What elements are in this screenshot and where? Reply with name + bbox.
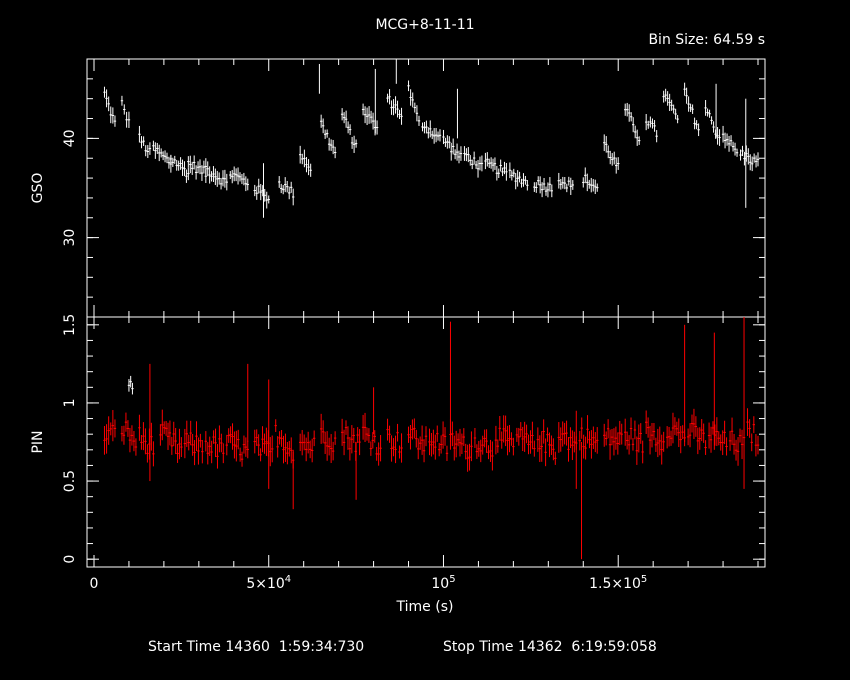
bin-size-label: Bin Size: 64.59 s [648, 32, 765, 48]
pin-ytick-label: 1.5 [62, 314, 78, 336]
pin-ylabel: PIN [30, 430, 46, 453]
gso-ytick-label: 40 [62, 129, 78, 147]
start-time-label: Start Time 14360 1:59:34:730 [148, 639, 364, 655]
gso-ylabel: GSO [30, 173, 46, 204]
lightcurve-plot: MCG+8-11-11 Bin Size: 64.59 s GSO 30 40 P… [0, 0, 850, 680]
x-tick-label: 5×104 [246, 574, 291, 592]
gso-ytick-label: 30 [62, 229, 78, 247]
stop-time-label: Stop Time 14362 6:19:59:058 [443, 639, 657, 655]
pin-ytick-label: 0.5 [62, 470, 78, 492]
pin-ytick-label: 1 [62, 398, 78, 407]
x-tick-label: 0 [90, 576, 99, 592]
pin-ytick-label: 0 [62, 555, 78, 564]
plot-background [0, 0, 850, 680]
chart-title: MCG+8-11-11 [375, 17, 474, 33]
x-axis-label: Time (s) [396, 599, 454, 615]
x-tick-label: 1.5×105 [589, 574, 647, 592]
